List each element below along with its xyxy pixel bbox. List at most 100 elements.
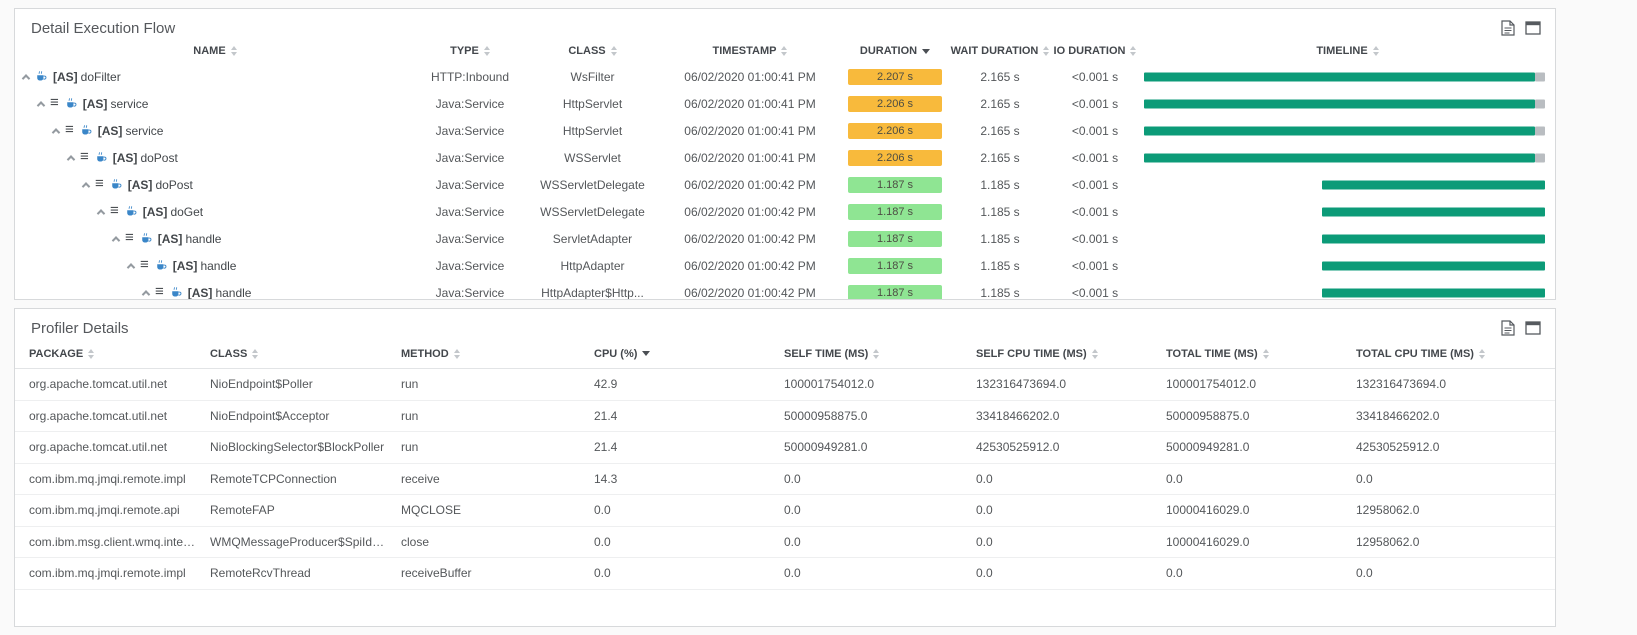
name-cell: ≡ [AS]service (15, 97, 415, 111)
column-label: TIMESTAMP (713, 45, 777, 57)
menu-icon[interactable]: ≡ (140, 259, 149, 273)
execution-flow-row[interactable]: ≡ [AS]handle Java:Service HttpAdapter 06… (15, 252, 1555, 279)
execution-flow-row[interactable]: ≡ [AS]doPost Java:Service WSServlet 06/0… (15, 144, 1555, 171)
execution-flow-row[interactable]: ≡ [AS]handle Java:Service HttpAdapter$Ht… (15, 279, 1555, 300)
profiler-row[interactable]: org.apache.tomcat.util.net NioEndpoint$A… (15, 401, 1555, 433)
sort-icon (922, 49, 930, 54)
execution-flow-row[interactable]: ≡ [AS]handle Java:Service ServletAdapter… (15, 225, 1555, 252)
sort-icon (1479, 349, 1485, 359)
cpu-cell: 21.4 (580, 440, 770, 454)
collapse-chevron-icon[interactable] (22, 74, 30, 82)
column-label: DURATION (860, 45, 917, 57)
column-header-timestamp[interactable]: TIMESTAMP (660, 45, 840, 57)
column-header-package[interactable]: PACKAGE (15, 348, 196, 360)
io-duration-cell: <0.001 s (1050, 232, 1140, 246)
wait-duration-cell: 2.165 s (950, 97, 1050, 111)
execution-flow-row[interactable]: ≡ [AS]service Java:Service HttpServlet 0… (15, 117, 1555, 144)
column-label: IO DURATION (1054, 45, 1126, 57)
profiler-row[interactable]: org.apache.tomcat.util.net NioEndpoint$P… (15, 369, 1555, 401)
profiler-row[interactable]: com.ibm.msg.client.wmq.internal WMQMessa… (15, 527, 1555, 559)
export-csv-icon[interactable] (1501, 320, 1516, 336)
collapse-chevron-icon[interactable] (127, 263, 135, 271)
total-time-cell: 10000416029.0 (1152, 503, 1342, 517)
column-header-io-duration[interactable]: IO DURATION (1050, 45, 1140, 57)
column-header-wait-duration[interactable]: WAIT DURATION (950, 45, 1050, 57)
method-cell: receiveBuffer (387, 566, 580, 580)
class-cell: ServletAdapter (525, 232, 660, 246)
menu-icon[interactable]: ≡ (110, 205, 119, 219)
profiler-row[interactable]: org.apache.tomcat.util.net NioBlockingSe… (15, 432, 1555, 464)
self-cpu-time-cell: 42530525912.0 (962, 440, 1152, 454)
open-window-icon[interactable] (1525, 321, 1541, 335)
collapse-chevron-icon[interactable] (67, 155, 75, 163)
column-header-timeline[interactable]: TIMELINE (1140, 45, 1555, 57)
execution-flow-row[interactable]: ≡ [AS]doPost Java:Service WSServletDeleg… (15, 171, 1555, 198)
java-icon (140, 232, 152, 245)
column-header-type[interactable]: TYPE (415, 45, 525, 57)
io-duration-cell: <0.001 s (1050, 97, 1140, 111)
column-header-self-cpu-time[interactable]: SELF CPU TIME (MS) (962, 348, 1152, 360)
node-name: [AS]doPost (113, 151, 178, 165)
timestamp-cell: 06/02/2020 01:00:42 PM (660, 178, 840, 192)
timestamp-cell: 06/02/2020 01:00:41 PM (660, 124, 840, 138)
execution-flow-row[interactable]: [AS]doFilter HTTP:Inbound WsFilter 06/02… (15, 63, 1555, 90)
timeline-cell (1140, 225, 1555, 252)
collapse-chevron-icon[interactable] (112, 236, 120, 244)
node-name: [AS]service (98, 124, 164, 138)
profiler-details-panel: Profiler Details PACKAGE CLASS METHOD CP… (14, 308, 1556, 627)
java-icon (95, 151, 107, 164)
sort-icon (781, 46, 787, 56)
cpu-cell: 0.0 (580, 503, 770, 517)
method-cell: close (387, 535, 580, 549)
timeline-bar (1322, 288, 1545, 297)
class-cell: WsFilter (525, 70, 660, 84)
timeline-bar (1144, 126, 1535, 135)
menu-icon[interactable]: ≡ (50, 97, 59, 111)
column-label: TOTAL TIME (MS) (1166, 348, 1258, 360)
java-icon (65, 97, 77, 110)
class-cell: NioEndpoint$Poller (196, 377, 387, 391)
cpu-cell: 0.0 (580, 566, 770, 580)
execution-flow-row[interactable]: ≡ [AS]doGet Java:Service WSServletDelega… (15, 198, 1555, 225)
type-cell: Java:Service (415, 232, 525, 246)
column-header-cpu[interactable]: CPU (%) (580, 348, 770, 360)
type-cell: Java:Service (415, 124, 525, 138)
profiler-row[interactable]: com.ibm.mq.jmqi.remote.impl RemoteRcvThr… (15, 558, 1555, 590)
menu-icon[interactable]: ≡ (95, 178, 104, 192)
profiler-row[interactable]: com.ibm.mq.jmqi.remote.api RemoteFAP MQC… (15, 495, 1555, 527)
column-header-class[interactable]: CLASS (196, 348, 387, 360)
execution-flow-column-headers: NAME TYPE CLASS TIMESTAMP DURATION WAIT … (15, 39, 1555, 63)
column-header-method[interactable]: METHOD (387, 348, 580, 360)
class-cell: HttpServlet (525, 124, 660, 138)
collapse-chevron-icon[interactable] (97, 209, 105, 217)
wait-duration-cell: 2.165 s (950, 124, 1050, 138)
column-header-self-time[interactable]: SELF TIME (MS) (770, 348, 962, 360)
menu-icon[interactable]: ≡ (80, 151, 89, 165)
collapse-chevron-icon[interactable] (82, 182, 90, 190)
column-header-name[interactable]: NAME (15, 45, 415, 57)
profiler-row[interactable]: com.ibm.mq.jmqi.remote.impl RemoteTCPCon… (15, 464, 1555, 496)
timeline-cell (1140, 63, 1555, 90)
timestamp-cell: 06/02/2020 01:00:42 PM (660, 205, 840, 219)
menu-icon[interactable]: ≡ (125, 232, 134, 246)
menu-icon[interactable]: ≡ (155, 286, 164, 300)
column-header-total-time[interactable]: TOTAL TIME (MS) (1152, 348, 1342, 360)
node-name: [AS]doGet (143, 205, 203, 219)
collapse-chevron-icon[interactable] (52, 128, 60, 136)
open-window-icon[interactable] (1525, 21, 1541, 35)
column-header-total-cpu-time[interactable]: TOTAL CPU TIME (MS) (1342, 348, 1555, 360)
column-header-duration[interactable]: DURATION (840, 45, 950, 57)
column-header-class[interactable]: CLASS (525, 45, 660, 57)
execution-flow-row[interactable]: ≡ [AS]service Java:Service HttpServlet 0… (15, 90, 1555, 117)
io-duration-cell: <0.001 s (1050, 178, 1140, 192)
column-label: PACKAGE (29, 348, 83, 360)
timeline-track (1144, 171, 1545, 198)
menu-icon[interactable]: ≡ (65, 124, 74, 138)
collapse-chevron-icon[interactable] (142, 290, 150, 298)
collapse-chevron-icon[interactable] (37, 101, 45, 109)
duration-cell: 1.187 s (840, 204, 950, 220)
class-cell: RemoteFAP (196, 503, 387, 517)
sort-icon (642, 351, 650, 356)
cpu-cell: 21.4 (580, 409, 770, 423)
export-csv-icon[interactable] (1501, 20, 1516, 36)
